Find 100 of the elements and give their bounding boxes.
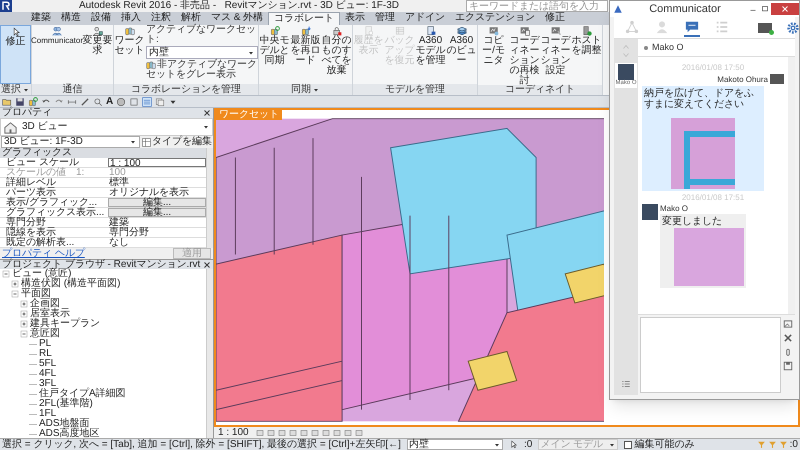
- tree-item[interactable]: 平面図: [21, 289, 51, 299]
- stacked-layers-icon: [456, 26, 466, 36]
- ribbon-button[interactable]: コーディネーションの再検討: [509, 25, 540, 85]
- ribbon-tab[interactable]: アドイン: [400, 12, 450, 25]
- ribbon-tab[interactable]: コラボレート: [268, 12, 340, 25]
- ribbon-tab[interactable]: 挿入: [116, 12, 146, 25]
- ribbon-tab[interactable]: 修正: [540, 12, 570, 25]
- collapse-icon[interactable]: [2, 270, 10, 278]
- expand-icon[interactable]: [20, 300, 28, 308]
- maximize-icon[interactable]: [759, 4, 771, 14]
- collapse-icon[interactable]: [20, 330, 28, 338]
- property-value: 建築: [108, 218, 129, 227]
- ribbon-button[interactable]: コピー/モニタ: [478, 25, 509, 85]
- collapse-icon[interactable]: [11, 290, 19, 298]
- edit-button[interactable]: 編集...: [108, 208, 206, 217]
- caret-icon: [202, 123, 210, 131]
- expand-icon[interactable]: [20, 320, 28, 328]
- edit-button[interactable]: 編集...: [108, 198, 206, 207]
- instance-dropdown[interactable]: 3D ビュー: 1F-3D: [1, 136, 140, 148]
- reload-icon: [300, 26, 310, 36]
- thin-lines-icon[interactable]: [142, 96, 152, 106]
- settings-icon[interactable]: [786, 20, 800, 34]
- ribbon-button[interactable]: ワークセット: [114, 25, 145, 84]
- ribbon-button[interactable]: A360 モデルを管理: [415, 25, 446, 84]
- ribbon-button[interactable]: 変更要求: [82, 25, 113, 84]
- tree-item[interactable]: 1FL: [39, 409, 56, 419]
- section-icon[interactable]: [129, 96, 140, 106]
- measure-icon[interactable]: [80, 96, 90, 106]
- ribbon-button[interactable]: 修正: [0, 25, 31, 84]
- ribbon-tab[interactable]: 注釈: [146, 12, 176, 25]
- ribbon-button[interactable]: 最新版を再ロード: [290, 25, 321, 84]
- panel-title: プロパティ: [2, 108, 52, 118]
- expand-icon[interactable]: [11, 280, 19, 288]
- list-icon[interactable]: [620, 379, 632, 389]
- tree-item[interactable]: PL: [39, 339, 52, 349]
- cursor-icon[interactable]: [508, 440, 518, 449]
- ribbon-tab[interactable]: 建築: [26, 12, 56, 25]
- tree-item[interactable]: RL: [39, 349, 52, 359]
- ribbon-button[interactable]: A360 のビュー: [446, 25, 477, 84]
- tree-item[interactable]: 4FL: [39, 369, 56, 379]
- tree-item[interactable]: 意匠図: [30, 329, 60, 339]
- ribbon-tab[interactable]: 管理: [370, 12, 400, 25]
- edit-type-button[interactable]: タイプを編集: [142, 137, 212, 147]
- workset-dropdown[interactable]: 内壁: [406, 439, 503, 450]
- list-icon: [715, 20, 729, 34]
- scrollbar[interactable]: [206, 269, 213, 438]
- close-icon[interactable]: [203, 260, 211, 268]
- tree-item[interactable]: 3FL: [39, 379, 56, 389]
- sync-icon: [270, 26, 280, 36]
- close-windows-icon[interactable]: [155, 96, 166, 106]
- tree-item[interactable]: 企画図: [30, 299, 60, 309]
- property-name: グラフィックス表示...: [5, 208, 106, 217]
- tree-item[interactable]: 住戸タイプA詳細図: [39, 389, 126, 399]
- avatar-placeholder: [618, 64, 634, 80]
- expand-icon[interactable]: [20, 310, 28, 318]
- app-logo-icon[interactable]: [0, 0, 12, 12]
- avatar-placeholder: [770, 74, 784, 84]
- search-field[interactable]: キーワードまたは語句を入力: [466, 0, 608, 12]
- editable-only-checkbox[interactable]: 編集可能のみ: [624, 440, 694, 450]
- ribbon-tab[interactable]: エクステンション: [450, 12, 540, 25]
- ribbon-tab[interactable]: 設備: [86, 12, 116, 25]
- tree-item[interactable]: 5FL: [39, 359, 56, 369]
- cylinders-icon: [146, 60, 156, 70]
- tree-item[interactable]: ビュー (意匠): [12, 269, 72, 279]
- image-icon[interactable]: [783, 319, 793, 329]
- tree-item[interactable]: 構造伏図 (構造平面図): [21, 279, 120, 289]
- table-icon: [394, 26, 404, 36]
- tree-item[interactable]: ADS地盤面: [39, 419, 90, 429]
- scrollbar[interactable]: [788, 57, 795, 314]
- document-icon: [426, 26, 436, 36]
- ribbon-tab[interactable]: 構造: [56, 12, 86, 25]
- message-input-field[interactable]: [640, 317, 781, 393]
- ribbon-tab[interactable]: マス & 外構: [206, 12, 268, 25]
- save-icon[interactable]: [783, 361, 793, 371]
- ribbon-tab[interactable]: 解析: [176, 12, 206, 25]
- close-icon[interactable]: [203, 109, 211, 117]
- panel-title: 通信: [62, 84, 82, 95]
- ribbon-button[interactable]: 自分のものすべてを放棄: [321, 25, 352, 84]
- ribbon-tab[interactable]: 表示: [340, 12, 370, 25]
- tree-item[interactable]: 2FL(基準階): [39, 399, 93, 409]
- tree-item[interactable]: ADS高度地区: [39, 429, 100, 439]
- ribbon-button[interactable]: ホストを調整: [571, 25, 602, 85]
- tree-item[interactable]: 居室表示: [30, 309, 70, 319]
- panel-title: コーディネイト: [505, 85, 575, 95]
- avatar-placeholder: [758, 22, 772, 32]
- view-3d-icon[interactable]: [116, 96, 126, 106]
- save-icon[interactable]: [15, 96, 25, 106]
- type-selector[interactable]: 3D ビュー: [0, 118, 213, 136]
- network-icon: [625, 20, 639, 34]
- text-tool-button[interactable]: A: [106, 96, 114, 106]
- properties-help-link[interactable]: プロパティ ヘルプ: [2, 248, 85, 258]
- scissors-icon[interactable]: [783, 333, 793, 343]
- close-button[interactable]: [771, 3, 799, 15]
- workset-dropdown[interactable]: 内壁: [146, 46, 258, 59]
- scrollbar[interactable]: [206, 148, 213, 248]
- ribbon-button[interactable]: Communicator: [32, 25, 82, 84]
- ribbon-button[interactable]: コーディネーション設定: [540, 25, 571, 85]
- ribbon-button[interactable]: 中央モデルと同期: [259, 25, 290, 84]
- tree-item[interactable]: 建具キープラン: [30, 319, 100, 329]
- view-scale[interactable]: 1 : 100: [218, 428, 249, 438]
